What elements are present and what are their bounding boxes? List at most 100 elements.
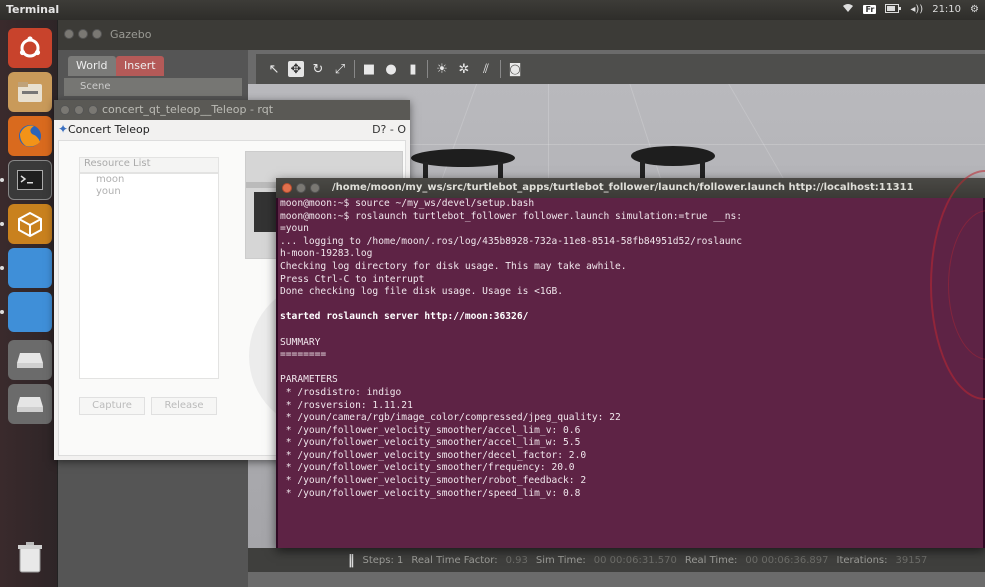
minimize-button[interactable] xyxy=(296,183,306,193)
terminal-line: * /rosdistro: indigo xyxy=(280,386,402,398)
terminal-line: moon@moon:~$ source ~/my_ws/devel/setup.… xyxy=(280,198,535,209)
gazebo-icon[interactable] xyxy=(8,204,52,244)
blank-app-icon[interactable] xyxy=(8,292,52,332)
list-item[interactable]: moon xyxy=(80,174,218,186)
running-indicator xyxy=(0,310,4,314)
concert-icon: ✦ xyxy=(58,122,69,136)
step-control[interactable]: Steps: 1 xyxy=(363,555,404,566)
close-button[interactable] xyxy=(64,29,74,39)
toolbar-separator xyxy=(500,60,501,78)
terminal-output[interactable]: moon@moon:~$ source ~/my_ws/devel/setup.… xyxy=(278,198,983,548)
plugin-header: ✦ Concert Teleop D? - O xyxy=(54,120,410,140)
maximize-button[interactable] xyxy=(92,29,102,39)
gazebo-title: Gazebo xyxy=(110,28,152,41)
rotate-mode-icon[interactable]: ↻ xyxy=(310,61,326,77)
wifi-icon[interactable] xyxy=(842,3,854,16)
gazebo-titlebar: Gazebo xyxy=(58,20,985,50)
scale-mode-icon[interactable]: ⤢ xyxy=(332,61,348,77)
close-button[interactable] xyxy=(60,105,70,115)
teleop-titlebar: concert_qt_teleop__Teleop - rqt xyxy=(54,100,410,120)
capture-button[interactable]: Capture xyxy=(79,397,145,415)
terminal-title: /home/moon/my_ws/src/turtlebot_apps/turt… xyxy=(332,182,914,193)
volume-icon[interactable]: ◂)) xyxy=(910,4,923,15)
box-shape-icon[interactable]: ■ xyxy=(361,61,377,77)
firefox-icon[interactable] xyxy=(8,116,52,156)
terminal-line: Press Ctrl-C to interrupt xyxy=(280,273,425,285)
active-app-title: Terminal xyxy=(6,3,60,16)
terminal-line: ... logging to /home/moon/.ros/log/435b8… xyxy=(280,235,743,247)
rtf-value: 0.93 xyxy=(505,554,528,566)
trash-icon[interactable] xyxy=(8,538,52,578)
directional-light-icon[interactable]: ⫽ xyxy=(478,61,494,77)
ubuntu-dash-icon[interactable] xyxy=(8,28,52,68)
running-indicator xyxy=(0,178,4,182)
resource-list-header: Resource List xyxy=(79,157,219,173)
pause-button[interactable]: ‖ xyxy=(348,553,355,568)
tab-world[interactable]: World xyxy=(68,56,116,76)
terminal-line: * /youn/follower_velocity_smoother/accel… xyxy=(280,437,581,449)
minimize-button[interactable] xyxy=(78,29,88,39)
select-mode-icon[interactable]: ↖ xyxy=(266,61,282,77)
settings-gear-icon[interactable]: ⚙ xyxy=(970,4,979,15)
iterations-value: 39157 xyxy=(895,554,928,566)
running-indicator xyxy=(0,222,4,226)
terminal-line: =youn xyxy=(280,223,309,235)
drive-icon[interactable] xyxy=(8,384,52,424)
terminal-line: Done checking log file disk usage. Usage… xyxy=(280,286,564,298)
files-icon[interactable] xyxy=(8,72,52,112)
desktop-screen: Terminal Fr ◂)) 21:10 ⚙ Gazebo World Ins… xyxy=(0,0,985,587)
teleop-window-controls xyxy=(60,105,98,115)
terminal-window-controls xyxy=(282,183,320,193)
rtf-label: Real Time Factor: xyxy=(411,554,498,566)
terminal-line: * /youn/camera/rgb/image_color/compresse… xyxy=(280,412,621,424)
close-button[interactable] xyxy=(282,183,292,193)
gazebo-toolbar: ↖ ✥ ↻ ⤢ ■ ● ▮ ☀ ✲ ⫽ ◙ xyxy=(256,54,985,84)
toolbar-separator xyxy=(354,60,355,78)
terminal-line: * /youn/follower_velocity_smoother/frequ… xyxy=(280,462,575,474)
resource-list[interactable]: moon youn xyxy=(79,173,219,379)
plugin-controls[interactable]: D? - O xyxy=(372,123,406,136)
terminal-line: * /youn/follower_velocity_smoother/decel… xyxy=(280,449,587,461)
terminal-line: h-moon-19283.log xyxy=(280,248,373,260)
gazebo-window-controls xyxy=(64,29,102,39)
terminal-window: /home/moon/my_ws/src/turtlebot_apps/turt… xyxy=(276,178,985,548)
list-item[interactable]: youn xyxy=(80,186,218,198)
terminal-line: * /youn/follower_velocity_smoother/accel… xyxy=(280,424,581,436)
terminal-icon[interactable] xyxy=(8,160,52,200)
blank-app-icon[interactable] xyxy=(8,248,52,288)
keyboard-layout-indicator[interactable]: Fr xyxy=(863,5,877,14)
running-indicator xyxy=(0,266,4,270)
plugin-title: Concert Teleop xyxy=(68,123,150,136)
terminal-line: ======== xyxy=(280,349,327,361)
tab-insert[interactable]: Insert xyxy=(116,56,164,76)
drive-icon[interactable] xyxy=(8,340,52,380)
spot-light-icon[interactable]: ✲ xyxy=(456,61,472,77)
gazebo-status-bar: ‖ Steps: 1 Real Time Factor: 0.93 Sim Ti… xyxy=(248,548,985,572)
release-button[interactable]: Release xyxy=(151,397,217,415)
indicator-area: Fr ◂)) 21:10 ⚙ xyxy=(842,3,979,16)
cylinder-shape-icon[interactable]: ▮ xyxy=(405,61,421,77)
iterations-label: Iterations: xyxy=(836,554,888,566)
screenshot-icon[interactable]: ◙ xyxy=(507,61,523,77)
minimize-button[interactable] xyxy=(74,105,84,115)
clock[interactable]: 21:10 xyxy=(932,4,961,15)
teleop-window-title: concert_qt_teleop__Teleop - rqt xyxy=(102,103,274,116)
sphere-shape-icon[interactable]: ● xyxy=(383,61,399,77)
terminal-line: * /youn/follower_velocity_smoother/robot… xyxy=(280,475,587,487)
scene-tree-item[interactable]: Scene xyxy=(64,78,242,96)
terminal-line: Checking log directory for disk usage. T… xyxy=(280,260,627,272)
maximize-button[interactable] xyxy=(88,105,98,115)
terminal-line: * /youn/follower_velocity_smoother/speed… xyxy=(280,487,581,499)
maximize-button[interactable] xyxy=(310,183,320,193)
terminal-line: SUMMARY xyxy=(280,336,321,348)
point-light-icon[interactable]: ☀ xyxy=(434,61,450,77)
terminal-line: started roslaunch server http://moon:363… xyxy=(280,311,529,323)
sim-time-value: 00 00:06:31.570 xyxy=(593,554,677,566)
top-panel: Terminal Fr ◂)) 21:10 ⚙ xyxy=(0,0,985,20)
translate-mode-icon[interactable]: ✥ xyxy=(288,61,304,77)
battery-icon[interactable] xyxy=(885,3,902,16)
real-time-label: Real Time: xyxy=(684,554,738,566)
